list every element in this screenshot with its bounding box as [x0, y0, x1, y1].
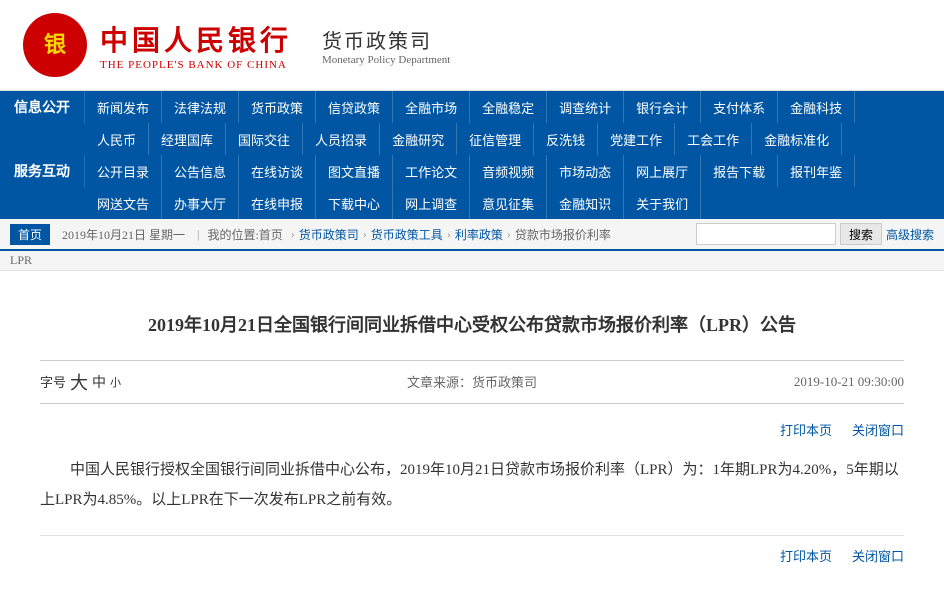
nav-gonghui[interactable]: 工会工作 — [675, 123, 752, 155]
article-meta: 字号 大 中 小 文章来源：货币政策司 2019-10-21 09:30:00 — [40, 360, 904, 404]
article-actions-bottom: 打印本页 关闭窗口 — [40, 535, 904, 575]
nav-fangtan[interactable]: 在线访谈 — [239, 155, 316, 187]
nav-banshi[interactable]: 办事大厅 — [162, 187, 239, 219]
nav-tuwen[interactable]: 图文直播 — [316, 155, 393, 187]
article-actions-top: 打印本页 关闭窗口 — [40, 414, 904, 445]
breadcrumb-bar: 首页 2019年10月21日 星期一 | 我的位置:首页 › 货币政策司 › 货… — [0, 219, 944, 251]
article-date: 2019-10-21 09:30:00 — [616, 374, 904, 390]
nav-row-4: 服务互动 网送文告 办事大厅 在线申报 下载中心 网上调查 意见征集 金融知识 … — [0, 187, 944, 219]
logo-en: THE PEOPLE'S BANK OF CHINA — [100, 59, 292, 71]
nav-guoku[interactable]: 经理国库 — [149, 123, 226, 155]
search-input[interactable] — [696, 223, 836, 245]
article-body: 中国人民银行授权全国银行间同业拆借中心公布，2019年10月21日贷款市场报价利… — [40, 455, 904, 515]
nav-falv[interactable]: 法律法规 — [162, 91, 239, 123]
font-size-ctrl: 字号 大 中 小 — [40, 369, 328, 395]
nav-jinrong-zhishi[interactable]: 金融知识 — [547, 187, 624, 219]
font-medium[interactable]: 中 — [92, 372, 106, 392]
print-top[interactable]: 打印本页 — [780, 420, 832, 439]
breadcrumb-home[interactable]: 首页 — [10, 224, 50, 245]
nav-jinrong-wending[interactable]: 全融稳定 — [470, 91, 547, 123]
close-top[interactable]: 关闭窗口 — [852, 420, 904, 439]
nav-row-3: 服务互动 公开目录 公告信息 在线访谈 图文直播 工作论文 音频视频 市场动态 … — [0, 155, 944, 187]
nav-zhifu[interactable]: 支付体系 — [701, 91, 778, 123]
dept-cn: 货币政策司 — [322, 25, 450, 54]
nav-label-info: 信息公开 — [0, 91, 85, 123]
lpr-sub-crumb: LPR — [0, 251, 944, 271]
page-header: 银 中国人民银行 THE PEOPLE'S BANK OF CHINA 货币政策… — [0, 0, 944, 91]
svg-text:银: 银 — [44, 32, 67, 57]
nav-jinrong-yanjiu[interactable]: 金融研究 — [380, 123, 457, 155]
pboc-emblem: 银 — [20, 10, 90, 80]
nav-guoji[interactable]: 国际交往 — [226, 123, 303, 155]
breadcrumb-huobi[interactable]: 货币政策司 — [299, 226, 359, 243]
breadcrumb-left: 首页 2019年10月21日 星期一 | 我的位置:首页 › 货币政策司 › 货… — [10, 224, 611, 245]
article-source: 文章来源：货币政策司 — [328, 372, 616, 391]
nav-wrapper: 信息公开 新闻发布 法律法规 货币政策 信贷政策 全融市场 全融稳定 调查统计 … — [0, 91, 944, 219]
nav-lunwen[interactable]: 工作论文 — [393, 155, 470, 187]
nav-row4-items: 网送文告 办事大厅 在线申报 下载中心 网上调查 意见征集 金融知识 关于我们 — [85, 187, 944, 219]
nav-baokan[interactable]: 报刊年鉴 — [778, 155, 855, 187]
nav-diaocha[interactable]: 调查统计 — [547, 91, 624, 123]
breadcrumb-sep1: | — [197, 227, 199, 242]
nav-gonggao[interactable]: 公告信息 — [162, 155, 239, 187]
breadcrumb-lilv[interactable]: 利率政策 — [455, 226, 503, 243]
breadcrumb-sep3: › — [363, 227, 367, 242]
breadcrumb-lpr: 贷款市场报价利率 — [515, 226, 611, 243]
nav-gongkai-mulu[interactable]: 公开目录 — [85, 155, 162, 187]
nav-wangsong[interactable]: 网送文告 — [85, 187, 162, 219]
search-button[interactable]: 搜索 — [840, 223, 882, 245]
nav-row3-items: 公开目录 公告信息 在线访谈 图文直播 工作论文 音频视频 市场动态 网上展厅 … — [85, 155, 944, 187]
font-small[interactable]: 小 — [110, 374, 121, 390]
nav-huobi[interactable]: 货币政策 — [239, 91, 316, 123]
nav-renyuan[interactable]: 人员招录 — [303, 123, 380, 155]
source-label: 文章来源： — [407, 375, 472, 390]
main-content: 2019年10月21日全国银行间同业拆借中心受权公布贷款市场报价利率（LPR）公… — [0, 271, 944, 595]
nav-row1-items: 新闻发布 法律法规 货币政策 信贷政策 全融市场 全融稳定 调查统计 银行会计 … — [85, 91, 944, 123]
breadcrumb-gongju[interactable]: 货币政策工具 — [371, 226, 443, 243]
nav-xinwen[interactable]: 新闻发布 — [85, 91, 162, 123]
nav-yinhang-kuaiji[interactable]: 银行会计 — [624, 91, 701, 123]
nav-xiazai[interactable]: 下载中心 — [316, 187, 393, 219]
breadcrumb-sep2: › — [291, 227, 295, 242]
nav-biaozhun[interactable]: 金融标准化 — [752, 123, 842, 155]
breadcrumb-date: 2019年10月21日 星期一 — [62, 226, 185, 243]
article-title: 2019年10月21日全国银行间同业拆借中心受权公布贷款市场报价利率（LPR）公… — [40, 311, 904, 340]
nav-shichang[interactable]: 市场动态 — [547, 155, 624, 187]
nav-row2-items: 人民币 经理国库 国际交往 人员招录 金融研究 征信管理 反洗钱 党建工作 工会… — [85, 123, 944, 155]
dept-block: 货币政策司 Monetary Policy Department — [322, 25, 450, 66]
nav-yinpin[interactable]: 音频视频 — [470, 155, 547, 187]
nav-row-1: 信息公开 新闻发布 法律法规 货币政策 信贷政策 全融市场 全融稳定 调查统计 … — [0, 91, 944, 123]
nav-jinrong-keji[interactable]: 金融科技 — [778, 91, 855, 123]
nav-baogao[interactable]: 报告下载 — [701, 155, 778, 187]
dept-en: Monetary Policy Department — [322, 54, 450, 66]
logo-text: 中国人民银行 THE PEOPLE'S BANK OF CHINA — [100, 19, 292, 71]
nav-zhengxin[interactable]: 征信管理 — [457, 123, 534, 155]
nav-diaocha2[interactable]: 网上调查 — [393, 187, 470, 219]
logo-cn: 中国人民银行 — [100, 19, 292, 59]
search-right: 搜索 高级搜索 — [696, 223, 934, 245]
logo-block: 银 中国人民银行 THE PEOPLE'S BANK OF CHINA 货币政策… — [20, 10, 450, 80]
advanced-search-link[interactable]: 高级搜索 — [886, 226, 934, 243]
nav-label-fuwu: 服务互动 — [0, 155, 85, 187]
nav-dangian[interactable]: 党建工作 — [598, 123, 675, 155]
nav-renminbi[interactable]: 人民币 — [85, 123, 149, 155]
font-label: 字号 — [40, 372, 66, 391]
nav-yijian[interactable]: 意见征集 — [470, 187, 547, 219]
breadcrumb-position-label: 我的位置:首页 — [207, 226, 282, 243]
source-value: 货币政策司 — [472, 375, 537, 390]
nav-zaixian-shen[interactable]: 在线申报 — [239, 187, 316, 219]
nav-wangshang[interactable]: 网上展厅 — [624, 155, 701, 187]
nav-row-2: 信息公开 人民币 经理国库 国际交往 人员招录 金融研究 征信管理 反洗钱 党建… — [0, 123, 944, 155]
nav-jinrong-shichang[interactable]: 全融市场 — [393, 91, 470, 123]
breadcrumb-sep4: › — [447, 227, 451, 242]
nav-fanxi[interactable]: 反洗钱 — [534, 123, 598, 155]
nav-guanyu[interactable]: 关于我们 — [624, 187, 701, 219]
font-large[interactable]: 大 — [70, 369, 88, 395]
nav-xindai[interactable]: 信贷政策 — [316, 91, 393, 123]
breadcrumb-sep5: › — [507, 227, 511, 242]
